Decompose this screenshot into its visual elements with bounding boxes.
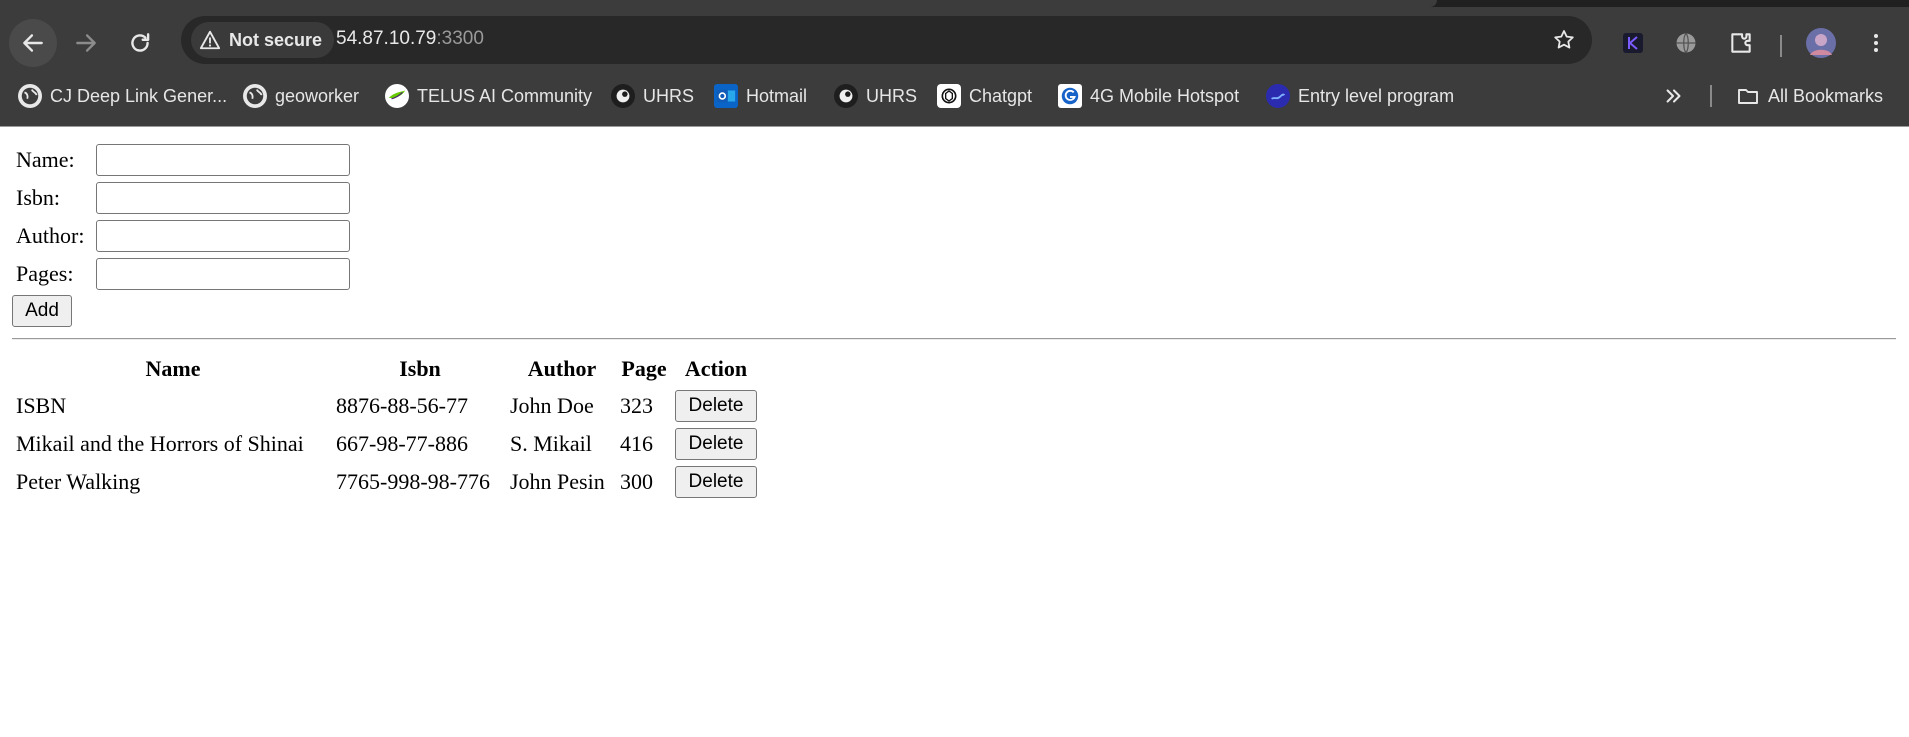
cell-isbn: 8876-88-56-77 bbox=[336, 393, 468, 418]
cell-name: ISBN bbox=[16, 393, 67, 418]
bookmark-uhrs-1[interactable]: UHRS bbox=[611, 81, 694, 111]
telus-leaf-icon bbox=[385, 84, 409, 108]
profile-avatar[interactable] bbox=[1806, 28, 1836, 58]
cell-isbn: 667-98-77-886 bbox=[336, 431, 468, 456]
bookmark-chatgpt[interactable]: Chatgpt bbox=[937, 81, 1032, 111]
bookmark-label: Hotmail bbox=[746, 85, 808, 106]
bookmark-label: 4G Mobile Hotspot bbox=[1090, 85, 1240, 106]
bookmark-geoworker[interactable]: geoworker bbox=[243, 81, 359, 111]
cell-name: Mikail and the Horrors of Shinai bbox=[16, 431, 304, 456]
author-input[interactable] bbox=[96, 220, 350, 252]
outlook-icon bbox=[714, 84, 738, 108]
back-button[interactable] bbox=[9, 19, 57, 67]
forward-button[interactable] bbox=[62, 19, 110, 67]
browser-toolbar: Not secure 54.87.10.79:3300 bbox=[0, 7, 1909, 73]
reload-icon bbox=[131, 33, 150, 52]
delete-button[interactable]: Delete bbox=[675, 428, 757, 460]
bookmarks-bar: CJ Deep Link Gener... geoworker TELUS AI… bbox=[0, 77, 1909, 115]
toolbar-separator bbox=[1780, 35, 1782, 57]
cell-author: S. Mikail bbox=[510, 431, 592, 456]
kaspersky-extension-icon[interactable] bbox=[1619, 29, 1647, 57]
address-bar[interactable]: Not secure 54.87.10.79:3300 bbox=[181, 16, 1592, 64]
entry-program-icon bbox=[1266, 84, 1290, 108]
name-label: Name: bbox=[16, 147, 75, 172]
bookmark-label: TELUS AI Community bbox=[417, 85, 593, 106]
tab-strip bbox=[0, 0, 1909, 7]
active-tab-edge bbox=[0, 0, 1437, 7]
header-page: Page bbox=[621, 356, 667, 381]
isbn-label: Isbn: bbox=[16, 185, 60, 210]
globe-icon bbox=[243, 84, 267, 108]
arrow-right-icon bbox=[76, 34, 96, 52]
bookmark-label: geoworker bbox=[275, 85, 360, 106]
extensions-puzzle-icon[interactable] bbox=[1727, 29, 1755, 57]
delete-button[interactable]: Delete bbox=[675, 466, 757, 498]
bookmark-label: Chatgpt bbox=[969, 85, 1033, 106]
double-chevron-icon bbox=[1666, 89, 1681, 103]
reload-button[interactable] bbox=[116, 19, 164, 67]
all-bookmarks-button[interactable]: All Bookmarks bbox=[1736, 81, 1883, 111]
arrow-left-icon bbox=[23, 34, 43, 52]
pages-input[interactable] bbox=[96, 258, 350, 290]
bookmark-cj-deep-link[interactable]: CJ Deep Link Gener... bbox=[18, 81, 227, 111]
cell-page: 300 bbox=[620, 469, 653, 494]
chatgpt-icon bbox=[937, 84, 961, 108]
cell-isbn: 7765-998-98-776 bbox=[336, 469, 490, 494]
security-chip[interactable]: Not secure bbox=[191, 22, 335, 58]
cell-page: 416 bbox=[620, 431, 653, 456]
bookmarks-overflow-button[interactable] bbox=[1663, 81, 1685, 111]
bookmarks-separator bbox=[1710, 85, 1712, 107]
bookmark-entry-level[interactable]: Entry level program bbox=[1266, 81, 1454, 111]
bookmark-telus-ai[interactable]: TELUS AI Community bbox=[385, 81, 592, 111]
bookmark-uhrs-2[interactable]: UHRS bbox=[834, 81, 917, 111]
cell-name: Peter Walking bbox=[16, 469, 141, 494]
author-label: Author: bbox=[16, 223, 85, 248]
browser-chrome: Not secure 54.87.10.79:3300 CJ Deep Link… bbox=[0, 0, 1909, 127]
cell-page: 323 bbox=[620, 393, 653, 418]
bookmark-4g-hotspot[interactable]: 4G Mobile Hotspot bbox=[1058, 81, 1239, 111]
bookmark-label: Entry level program bbox=[1298, 85, 1455, 106]
bookmark-label: UHRS bbox=[643, 85, 695, 106]
bookmark-star-icon[interactable] bbox=[1552, 28, 1576, 52]
horizontal-rule bbox=[12, 338, 1896, 340]
isbn-input[interactable] bbox=[96, 182, 350, 214]
cell-author: John Doe bbox=[510, 393, 594, 418]
page-content: Name: Isbn: Author: Pages: Add Name Isbn… bbox=[0, 127, 1909, 737]
url-text[interactable]: 54.87.10.79:3300 bbox=[336, 28, 484, 50]
folder-icon bbox=[1738, 89, 1758, 104]
name-input[interactable] bbox=[96, 144, 350, 176]
header-isbn: Isbn bbox=[399, 356, 441, 381]
delete-button[interactable]: Delete bbox=[675, 390, 757, 422]
uhrs-icon bbox=[611, 84, 635, 108]
header-action: Action bbox=[684, 356, 748, 381]
url-port: :3300 bbox=[436, 28, 484, 49]
bookmark-label: UHRS bbox=[866, 85, 918, 106]
header-name: Name bbox=[145, 356, 201, 381]
bookmark-label: CJ Deep Link Gener... bbox=[50, 85, 228, 106]
globe-extension-icon[interactable] bbox=[1672, 29, 1700, 57]
add-button[interactable]: Add bbox=[12, 295, 72, 327]
warning-triangle-icon bbox=[199, 30, 221, 50]
uhrs-icon bbox=[834, 84, 858, 108]
security-label: Not secure bbox=[229, 29, 323, 50]
globe-icon bbox=[18, 84, 42, 108]
pages-label: Pages: bbox=[16, 261, 74, 286]
more-menu-icon[interactable] bbox=[1862, 29, 1890, 57]
url-host: 54.87.10.79 bbox=[336, 28, 437, 49]
hotspot-icon bbox=[1058, 84, 1082, 108]
cell-author: John Pesin bbox=[510, 469, 605, 494]
all-bookmarks-label: All Bookmarks bbox=[1768, 85, 1884, 106]
header-author: Author bbox=[527, 356, 597, 381]
bookmark-hotmail[interactable]: Hotmail bbox=[714, 81, 807, 111]
